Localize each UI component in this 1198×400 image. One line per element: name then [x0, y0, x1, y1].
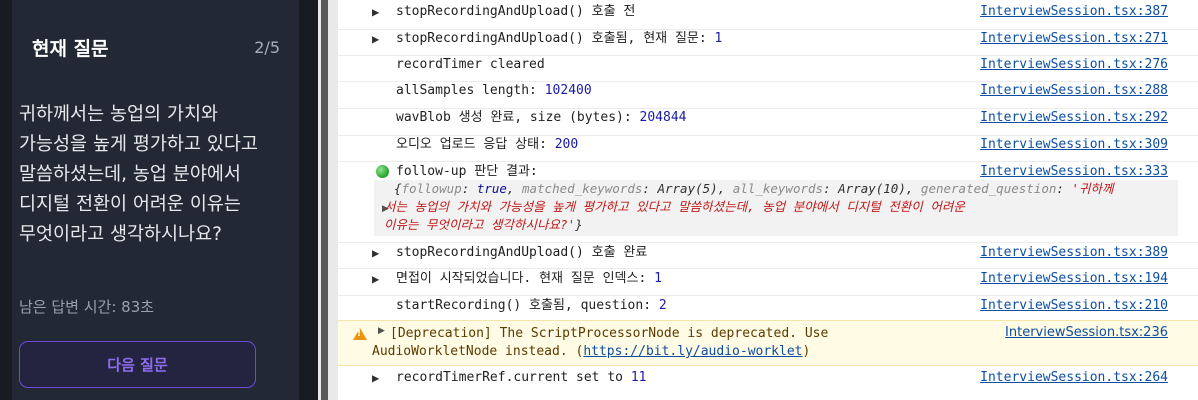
console-message: 오디오 업로드 응답 상태: 200 [396, 137, 578, 153]
source-link[interactable]: InterviewSession.tsx:389 [980, 245, 1168, 261]
console-message: recordTimerRef.current set to 11 [396, 370, 646, 386]
object-value: true [476, 181, 507, 196]
card-title: 현재 질문 [32, 38, 109, 60]
warning-link[interactable]: https://bit.ly/audio-worklet [583, 344, 802, 359]
scrollbar[interactable] [321, 0, 328, 400]
object-key: all_keywords [732, 181, 824, 196]
source-link[interactable]: InterviewSession.tsx:236 [1005, 325, 1168, 340]
source-link[interactable]: InterviewSession.tsx:210 [980, 298, 1168, 314]
green-circle-icon [376, 165, 389, 178]
object-line-2: 서는 농업의 가치와 가능성을 높게 평가하고 있다고 말씀하셨는데, 농업 분… [384, 199, 965, 214]
message-number: 200 [554, 137, 579, 152]
console-row[interactable]: allSamples length: 102400 InterviewSessi… [338, 81, 1198, 98]
source-link[interactable]: InterviewSession.tsx:271 [980, 31, 1168, 47]
console-row[interactable]: follow-up 판단 결과: InterviewSession.tsx:33… [338, 161, 1198, 179]
source-link[interactable]: InterviewSession.tsx:194 [980, 271, 1168, 287]
object-value: 이유는 무엇이라고 생각하시나요?' [384, 217, 576, 232]
expand-arrow-icon[interactable]: ▶ [372, 271, 379, 287]
expand-arrow-icon[interactable]: ▶ [372, 4, 379, 20]
console-row[interactable]: ▶ stopRecordingAndUpload() 호출됨, 현재 질문: 1… [338, 29, 1198, 46]
deprecation-warning[interactable]: ! ▶ [Deprecation] The ScriptProcessorNod… [338, 320, 1198, 366]
time-remaining: 남은 답변 시간: 83초 [19, 298, 155, 316]
message-text: startRecording() 호출됨, question: [396, 298, 659, 313]
warning-text: AudioWorkletNode instead. ( [372, 344, 584, 359]
question-text: 귀하께서는 농업의 가치와 가능성을 높게 평가하고 있다고 말씀하셨는데, 농… [19, 104, 258, 245]
devtools-console: ▶ stopRecordingAndUpload() 호출 전 Intervie… [338, 0, 1198, 400]
source-link[interactable]: InterviewSession.tsx:264 [980, 370, 1168, 386]
console-message: wavBlob 생성 완료, size (bytes): 204844 [396, 110, 686, 126]
object-value: Array(10) [838, 181, 906, 196]
console-row[interactable]: startRecording() 호출됨, question: 2 Interv… [338, 295, 1198, 313]
source-link[interactable]: InterviewSession.tsx:333 [980, 164, 1168, 180]
object-value: '귀하께 [1071, 181, 1114, 196]
console-row[interactable]: recordTimer cleared InterviewSession.tsx… [338, 55, 1198, 72]
warning-exclamation: ! [357, 329, 362, 339]
message-text: 면접이 시작되었습니다. 현재 질문 인덱스: [396, 271, 655, 286]
next-question-button[interactable]: 다음 질문 [19, 341, 256, 388]
console-message: follow-up 판단 결과: [396, 164, 538, 179]
console-row[interactable]: ▶ stopRecordingAndUpload() 호출 완료 Intervi… [338, 242, 1198, 260]
object-line-3: 이유는 무엇이라고 생각하시나요?'} [384, 217, 583, 232]
object-key: matched_keywords [521, 181, 643, 196]
console-row[interactable]: ▶ 면접이 시작되었습니다. 현재 질문 인덱스: 1 InterviewSes… [338, 268, 1198, 286]
question-counter: 2/5 [254, 38, 280, 57]
card-header: 현재 질문 2/5 [32, 34, 280, 61]
message-number: 1 [654, 271, 662, 286]
message-number: 1 [714, 31, 723, 46]
message-number: 204844 [639, 110, 687, 125]
console-message: stopRecordingAndUpload() 호출 완료 [396, 245, 648, 260]
console-message: 면접이 시작되었습니다. 현재 질문 인덱스: 1 [396, 271, 662, 287]
message-text: wavBlob 생성 완료, size (bytes): [396, 110, 640, 125]
console-row[interactable]: 오디오 업로드 응답 상태: 200 InterviewSession.tsx:… [338, 135, 1198, 152]
source-link[interactable]: InterviewSession.tsx:292 [980, 110, 1168, 126]
console-row[interactable]: wavBlob 생성 완료, size (bytes): 204844 Inte… [338, 108, 1198, 125]
console-message: stopRecordingAndUpload() 호출됨, 현재 질문: 1 [396, 31, 722, 47]
source-link[interactable]: InterviewSession.tsx:288 [980, 83, 1168, 99]
source-link[interactable]: InterviewSession.tsx:387 [980, 4, 1168, 20]
message-number: 11 [630, 370, 647, 385]
message-text: allSamples length: [396, 83, 545, 98]
source-link[interactable]: InterviewSession.tsx:276 [980, 57, 1168, 73]
object-key: followup [401, 181, 462, 196]
message-number: 102400 [544, 83, 592, 98]
panel-splitter[interactable] [318, 0, 338, 400]
message-text: recordTimerRef.current set to [396, 370, 631, 385]
console-message: startRecording() 호출됨, question: 2 [396, 298, 667, 314]
console-message: allSamples length: 102400 [396, 83, 592, 99]
warning-text-line-1: [Deprecation] The ScriptProcessorNode is… [390, 326, 829, 341]
object-key: generated_question [920, 181, 1057, 196]
console-message: stopRecordingAndUpload() 호출 전 [396, 4, 636, 19]
console-message: recordTimer cleared [396, 57, 545, 72]
message-text: stopRecordingAndUpload() 호출됨, 현재 질문: [396, 31, 715, 46]
warning-expand-arrow-icon[interactable]: ▶ [378, 326, 385, 336]
warning-text-line-2: AudioWorkletNode instead. (https://bit.l… [372, 343, 810, 361]
source-link[interactable]: InterviewSession.tsx:309 [980, 137, 1168, 153]
message-number: 2 [658, 298, 667, 313]
expand-arrow-icon[interactable]: ▶ [372, 31, 379, 47]
message-text: 오디오 업로드 응답 상태: [396, 137, 555, 152]
expand-arrow-icon[interactable]: ▶ [372, 245, 379, 261]
expand-arrow-icon[interactable]: ▶ [372, 370, 379, 386]
warning-text: ) [802, 344, 811, 359]
object-value: Array(5) [657, 181, 718, 196]
object-line-1: {followup: true, matched_keywords: Array… [394, 181, 1114, 196]
